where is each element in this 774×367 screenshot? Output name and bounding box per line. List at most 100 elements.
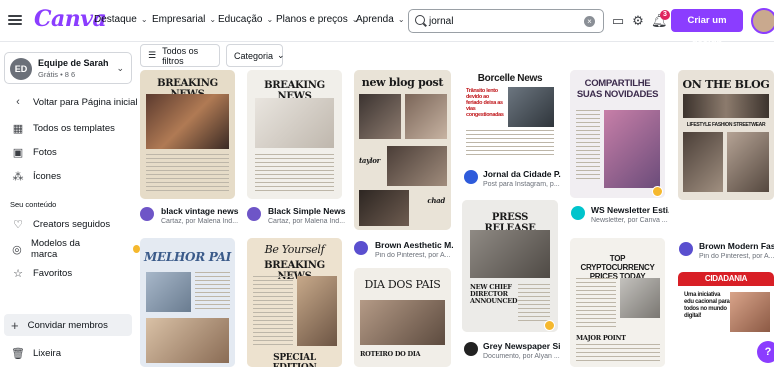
card-title[interactable]: Grey Newspaper Si... (483, 341, 561, 351)
nav-destaque[interactable]: Destaque ⌄ (94, 14, 148, 25)
invite-label: Convidar membros (27, 319, 108, 331)
sidebar-item-label: Favoritos (33, 267, 73, 279)
nav-empresarial[interactable]: Empresarial ⌄ (152, 14, 216, 25)
card-text-lines (576, 110, 600, 180)
creator-avatar (464, 170, 478, 184)
card-meta: Cartaz, por Malena Ind... (268, 218, 346, 225)
plus-icon: + (11, 317, 19, 333)
card-meta: Pin do Pinterest, por A... (375, 252, 451, 259)
back-to-home[interactable]: ‹ Voltar para Página inicial (10, 93, 138, 111)
template-card[interactable]: BREAKING NEWS (140, 70, 235, 199)
card-title[interactable]: Black Simple News... (268, 206, 346, 216)
sidebar-item-favorites[interactable]: ☆ Favoritos (10, 264, 72, 282)
card-headline: TOP CRYPTOCURRENCY PRICES TODAY (580, 254, 655, 281)
card-text-lines (253, 276, 293, 346)
card-meta: Pin do Pinterest, por A... (699, 253, 774, 260)
chevron-left-icon: ‹ (16, 96, 20, 108)
card-meta: Cartaz, por Malena Ind... (161, 218, 239, 225)
card-text-lines (466, 130, 554, 158)
card-headline: DIA DOS PAIS (364, 278, 441, 291)
card-subhead: Uma iniciativa edu cacional para todos n… (684, 292, 730, 319)
sidebar-item-trash[interactable]: 🗑︎ Lixeira (10, 344, 61, 362)
template-card[interactable]: TOP CRYPTOCURRENCY PRICES TODAY MAJOR PO… (570, 238, 665, 367)
sidebar-item-label: Modelos da marca (30, 238, 81, 260)
card-headline: Borcelle News (477, 73, 543, 84)
sidebar-item-creators[interactable]: ♡ Creators seguidos (10, 215, 110, 233)
card-photo (146, 318, 229, 363)
search-value: jornal (429, 15, 454, 27)
card-headline: MELHOR PAI (144, 250, 231, 264)
notification-badge: 3 (660, 10, 670, 20)
card-title[interactable]: black vintage news... (161, 206, 239, 216)
template-card[interactable]: COMPARTILHE SUAS NOVIDADES (570, 70, 665, 198)
crown-icon (133, 245, 140, 253)
chevron-down-icon: ⌄ (209, 15, 217, 24)
menu-icon[interactable] (8, 13, 22, 27)
desktop-icon[interactable]: ▭ (610, 13, 626, 29)
sidebar-item-photos[interactable]: ▣ Fotos (10, 143, 57, 161)
user-avatar[interactable] (751, 8, 774, 34)
card-text-lines (146, 154, 229, 194)
team-switcher[interactable]: ED Equipe de Sarah Grátis • 8 6 ⌄ (4, 52, 132, 84)
card-name: taylor (359, 156, 381, 165)
sidebar-item-icons[interactable]: ⁂ Ícones (10, 167, 62, 185)
team-name: Equipe de Sarah (38, 58, 109, 68)
template-card[interactable]: BREAKING NEWS (247, 70, 342, 199)
creator-avatar (679, 242, 693, 256)
template-card[interactable]: Borcelle News Trânsito lento devido ao f… (462, 70, 558, 162)
sidebar-item-label: Todos os templates (33, 122, 115, 134)
sidebar-item-label: Ícones (33, 170, 61, 182)
shapes-icon: ⁂ (12, 170, 24, 183)
creator-avatar (354, 241, 368, 255)
template-card[interactable]: PRESS RELEASE NEW CHIEF DIRECTOR ANNOUNC… (462, 200, 558, 332)
card-title[interactable]: Brown Aesthetic M... (375, 240, 453, 250)
sidebar-item-templates[interactable]: ▦ Todos os templates (10, 119, 115, 137)
card-text-lines (576, 344, 660, 364)
card-title[interactable]: Jornal da Cidade P... (483, 169, 561, 179)
back-label: Voltar para Página inicial (33, 96, 138, 108)
card-name: chad (427, 196, 445, 205)
card-text-lines (255, 154, 334, 194)
invite-members-button[interactable]: + Convidar membros (4, 314, 132, 336)
create-design-button[interactable]: Criar um design (671, 9, 743, 49)
template-card[interactable]: DIA DOS PAIS ROTEIRO DO DIA (354, 268, 451, 367)
card-text-lines (518, 284, 550, 324)
chevron-down-icon: ⌄ (397, 15, 405, 24)
card-title[interactable]: Brown Modern Fas... (699, 241, 774, 251)
crown-icon (544, 320, 555, 331)
all-filters-button[interactable]: ☰ Todos os filtros (140, 44, 220, 67)
chevron-down-icon: ⌄ (266, 15, 274, 24)
creator-avatar (140, 207, 154, 221)
template-card[interactable]: MELHOR PAI (140, 238, 235, 367)
gear-icon[interactable]: ⚙ (630, 13, 646, 29)
card-footer: ROTEIRO DO DIA (360, 350, 421, 358)
card-photo (604, 110, 660, 188)
card-headline: new blog post (361, 76, 444, 89)
card-photo (405, 94, 447, 139)
nav-educacao[interactable]: Educação ⌄ (218, 14, 273, 25)
card-headline: COMPARTILHE SUAS NOVIDADES (576, 78, 659, 100)
card-subhead: LIFESTYLE FASHION STREETWEAR (686, 122, 766, 128)
search-input[interactable]: jornal × (408, 9, 604, 33)
heart-hand-icon: ♡ (13, 218, 23, 231)
card-headline: CIDADANIA (678, 272, 774, 286)
card-text-lines (576, 278, 616, 328)
sidebar-item-brand-templates[interactable]: ◎ Modelos da marca (10, 238, 140, 260)
nav-aprenda[interactable]: Aprenda ⌄ (356, 14, 405, 25)
card-photo (359, 94, 401, 139)
card-title[interactable]: WS Newsletter Esti... (591, 205, 669, 215)
template-card[interactable]: Be Yourself BREAKING NEWS SPECIAL EDITIO… (247, 238, 342, 367)
nav-planos[interactable]: Planos e preços ⌄ (276, 14, 358, 25)
category-dropdown[interactable]: Categoria ⌄ (226, 44, 285, 67)
card-photo (727, 132, 769, 192)
clear-search-icon[interactable]: × (584, 16, 595, 27)
template-card[interactable]: ON THE BLOG LIFESTYLE FASHION STREETWEAR (678, 70, 774, 200)
brand-icon: ◎ (12, 243, 22, 256)
category-label: Categoria (234, 50, 274, 61)
template-card[interactable]: new blog post taylor chad (354, 70, 451, 230)
search-icon (415, 15, 425, 25)
templates-icon: ▦ (12, 122, 24, 135)
help-button[interactable]: ? (757, 341, 774, 363)
card-photo (620, 278, 660, 318)
star-icon: ☆ (13, 267, 23, 280)
